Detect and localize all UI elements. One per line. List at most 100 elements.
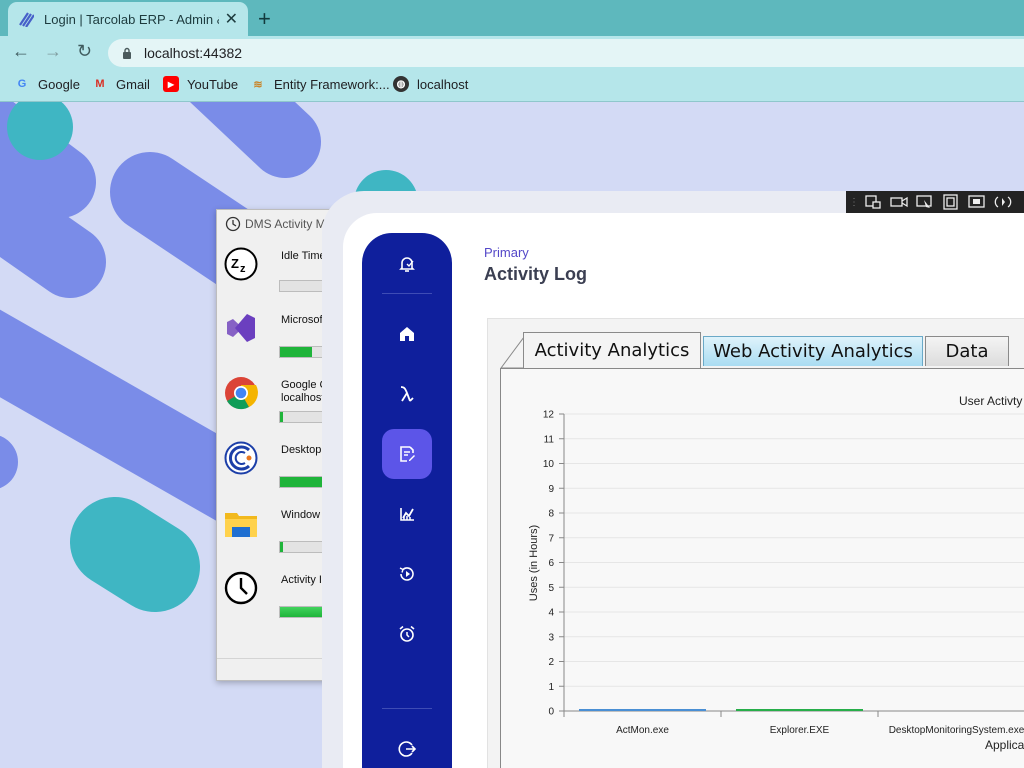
dms-progress-fill (280, 347, 312, 357)
bookmark-label: Google (38, 76, 80, 92)
y-tick-label: 7 (548, 533, 554, 544)
bookmark-gmail[interactable]: M Gmail (92, 76, 150, 92)
y-tick-label: 6 (548, 558, 554, 569)
tab-strip: Activity Analytics Web Activity Analytic… (497, 328, 1024, 368)
browser-tab-bar: Login | Tarcolab ERP - Admin & D ✕ + (0, 0, 1024, 36)
dms-row-label: Window (281, 509, 321, 521)
sidebar-item-notifications[interactable] (382, 239, 432, 289)
sleep-zz-icon: Z z (224, 247, 258, 281)
live-visual-tree-icon[interactable] (864, 194, 882, 210)
bookmark-label: localhost (417, 76, 469, 92)
bookmark-youtube[interactable]: ▶ YouTube (163, 76, 238, 92)
clock-icon (225, 216, 241, 232)
logout-icon (398, 741, 417, 757)
display-layout-adorners-icon[interactable] (942, 194, 960, 210)
breadcrumb[interactable]: Primary (484, 245, 529, 260)
sidebar-item-lambda[interactable] (382, 369, 432, 419)
track-focused-element-icon[interactable] (968, 194, 986, 210)
chart-title: User Activty (959, 394, 1022, 408)
bookmarks-bar: G Google M Gmail ▶ YouTube ≋ Entity Fram… (0, 68, 1024, 102)
sidebar-item-alarm[interactable] (382, 609, 432, 659)
chart-container: 0 1 2 3 4 5 6 7 8 9 10 11 12 ActMon.exe Explorer.EXE De… (500, 368, 1024, 768)
dms-row-label: Microsof (281, 314, 323, 326)
y-tick-label: 8 (548, 509, 554, 520)
tab-favicon-icon (19, 12, 34, 27)
y-tick-label: 3 (548, 632, 554, 643)
sidebar-item-history[interactable] (382, 549, 432, 599)
lock-icon (123, 47, 131, 59)
x-axis-label: Applica (985, 738, 1024, 752)
y-tick-label: 9 (548, 484, 554, 495)
google-icon: G (17, 78, 27, 90)
sidebar-item-home[interactable] (382, 309, 432, 359)
bar-Explorer.EXE (736, 709, 863, 711)
tab-data[interactable]: Data (925, 336, 1009, 366)
clock-icon (224, 571, 258, 605)
globe-icon: ◍ (393, 76, 409, 92)
tab-close-icon[interactable]: ✕ (225, 9, 238, 29)
edit-document-icon (400, 446, 415, 462)
x-tick-label: DesktopMonitoringSystem.exe (889, 725, 1024, 736)
y-tick-label: 12 (543, 410, 555, 421)
x-tick-label: ActMon.exe (616, 725, 669, 736)
dms-row-label: Google Clocalhost (281, 379, 328, 404)
play-history-icon (399, 567, 414, 581)
sidebar-item-logout[interactable] (382, 724, 432, 768)
svg-text:Z: Z (231, 256, 239, 271)
bookmark-label: Gmail (116, 76, 150, 92)
tab-title: Login | Tarcolab ERP - Admin & D (44, 11, 219, 27)
y-axis-label: Uses (in Hours) (528, 525, 540, 601)
bar-ActMon.exe (579, 709, 706, 711)
sidebar-item-activity-log[interactable] (382, 429, 432, 479)
lambda-icon (400, 386, 414, 402)
url-field[interactable]: localhost:44382 (108, 39, 1024, 67)
url-text: localhost:44382 (144, 45, 243, 61)
browser-tab[interactable]: Login | Tarcolab ERP - Admin & D ✕ (8, 2, 248, 36)
bookmark-localhost[interactable]: ◍ localhost (393, 76, 468, 92)
dms-title-text: DMS Activity M (245, 217, 326, 231)
entity-framework-icon: ≋ (253, 78, 263, 91)
tab-web-activity-analytics[interactable]: Web Activity Analytics (703, 336, 923, 366)
remote-toolbar: ⋮ (846, 191, 1024, 213)
dms-row-label: Activity I (281, 574, 322, 586)
back-icon[interactable]: ← (12, 41, 30, 62)
sidebar-divider (382, 293, 432, 294)
hot-reload-icon[interactable] (994, 194, 1012, 210)
youtube-icon: ▶ (163, 76, 179, 92)
new-tab-icon[interactable]: + (258, 6, 271, 32)
dms-row-label: Desktop (281, 444, 322, 456)
tab-activity-analytics[interactable]: Activity Analytics (523, 332, 701, 368)
bookmark-label: Entity Framework:... (274, 76, 390, 92)
bookmark-label: YouTube (187, 76, 239, 92)
drag-handle-icon[interactable]: ⋮ (849, 194, 859, 210)
video-camera-icon[interactable] (890, 194, 908, 210)
desktop-monitor-app-icon (224, 441, 258, 475)
address-bar-row: ← → ↻ localhost:44382 (0, 36, 1024, 68)
bookmark-entity-framework[interactable]: ≋ Entity Framework:... (250, 76, 390, 92)
y-tick-label: 0 (548, 707, 554, 718)
dms-window-title: DMS Activity M (225, 216, 326, 232)
reload-icon[interactable]: ↻ (77, 41, 92, 62)
svg-text:z: z (240, 263, 246, 275)
dms-row-label: Idle Time (281, 250, 326, 262)
bell-check-icon (399, 257, 415, 272)
dms-progress-fill (280, 412, 283, 422)
sidebar (362, 233, 452, 768)
chart-trend-icon (400, 508, 414, 521)
bookmark-google[interactable]: G Google (14, 76, 80, 92)
user-activity-chart: 0123456789101112ActMon.exe Explorer.EXE De… (528, 394, 1024, 752)
dms-progress-fill (280, 542, 284, 552)
home-icon (400, 327, 414, 341)
select-element-icon[interactable] (916, 194, 934, 210)
visual-studio-icon (227, 314, 255, 342)
file-explorer-icon (225, 513, 257, 537)
forward-icon[interactable]: → (44, 41, 62, 62)
sidebar-divider (382, 708, 432, 709)
y-tick-label: 1 (548, 682, 554, 693)
y-tick-label: 4 (548, 608, 554, 619)
y-tick-label: 11 (544, 434, 555, 445)
alarm-clock-icon (399, 625, 415, 642)
sidebar-item-analytics[interactable] (382, 489, 432, 539)
y-tick-label: 5 (548, 583, 554, 594)
gmail-icon: M (95, 78, 105, 90)
